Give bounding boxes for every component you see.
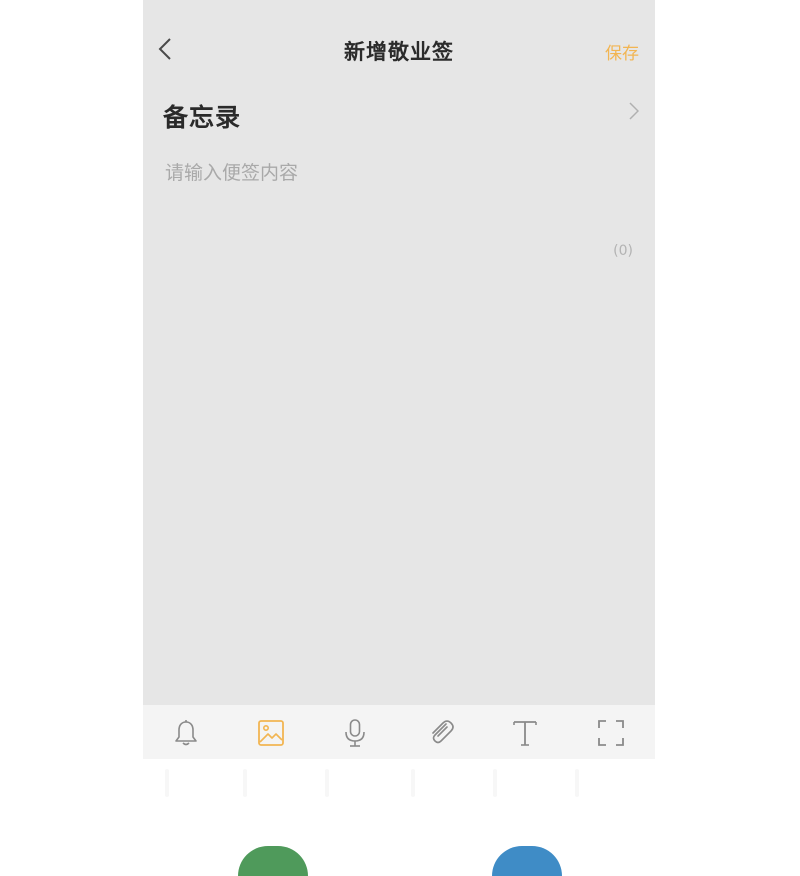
microphone-icon xyxy=(345,719,365,747)
editor-toolbar xyxy=(143,705,655,759)
bell-icon xyxy=(175,720,197,746)
reminder-button[interactable] xyxy=(166,713,206,753)
image-icon xyxy=(258,720,284,746)
category-selector[interactable]: 备忘录 xyxy=(143,92,655,138)
page-title: 新增敬业签 xyxy=(344,40,454,64)
category-label: 备忘录 xyxy=(163,103,242,132)
keyboard-ghost xyxy=(143,759,655,809)
decorative-shape xyxy=(492,846,562,876)
note-editor-screen: 新增敬业签 保存 备忘录 (0) xyxy=(143,0,655,705)
note-content-input[interactable] xyxy=(165,158,635,238)
save-button[interactable]: 保存 xyxy=(605,39,639,64)
character-counter: (0) xyxy=(613,243,633,259)
text-format-button[interactable] xyxy=(505,713,545,753)
insert-image-button[interactable] xyxy=(251,713,291,753)
text-icon xyxy=(513,721,537,746)
fullscreen-icon xyxy=(598,720,624,746)
chevron-right-icon xyxy=(629,102,639,120)
fullscreen-button[interactable] xyxy=(591,713,631,753)
decorative-shape xyxy=(238,846,308,876)
navigation-bar: 新增敬业签 保存 xyxy=(143,22,655,78)
attachment-button[interactable] xyxy=(421,713,461,753)
voice-button[interactable] xyxy=(335,713,375,753)
paperclip-icon xyxy=(432,720,454,744)
